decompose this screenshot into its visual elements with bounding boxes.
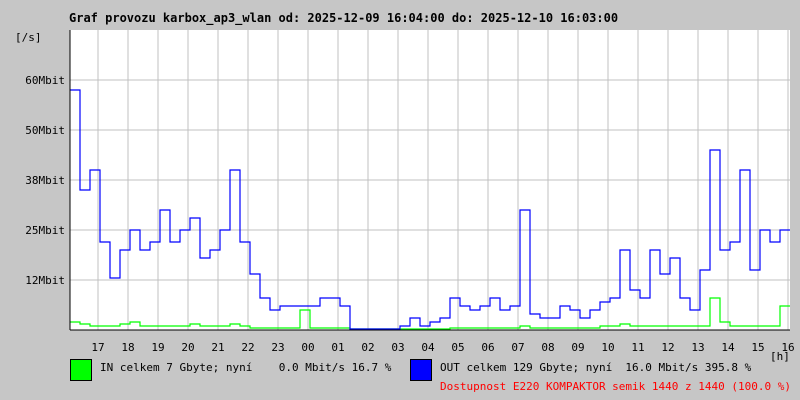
x-tick-label: 02 — [361, 341, 374, 354]
y-tick-label: 50Mbit — [25, 124, 65, 137]
y-tick-label: 12Mbit — [25, 274, 65, 287]
x-tick-label: 17 — [91, 341, 104, 354]
x-axis-label: [h] — [770, 350, 790, 363]
x-tick-label: 15 — [751, 341, 764, 354]
x-tick-label: 03 — [391, 341, 404, 354]
x-tick-label: 04 — [421, 341, 435, 354]
x-tick-label: 07 — [511, 341, 524, 354]
out-legend-text: OUT celkem 129 Gbyte; nyní 16.0 Mbit/s 3… — [440, 361, 752, 374]
y-tick-label: 38Mbit — [25, 174, 65, 187]
y-axis-label: [/s] — [15, 31, 42, 44]
x-tick-label: 12 — [661, 341, 674, 354]
in-legend-text: IN celkem 7 Gbyte; nyní 0.0 Mbit/s 16.7 … — [100, 361, 392, 374]
x-tick-label: 10 — [601, 341, 614, 354]
out-legend-swatch — [410, 359, 432, 381]
x-tick-label: 14 — [721, 341, 735, 354]
x-tick-label: 21 — [211, 341, 224, 354]
chart-title: Graf provozu karbox_ap3_wlan od: 2025-12… — [69, 11, 618, 26]
x-tick-label: 06 — [481, 341, 494, 354]
x-tick-label: 11 — [631, 341, 644, 354]
x-tick-label: 18 — [121, 341, 134, 354]
in-legend-swatch — [70, 359, 92, 381]
y-tick-label: 25Mbit — [25, 224, 65, 237]
x-tick-label: 00 — [301, 341, 314, 354]
x-tick-label: 20 — [181, 341, 194, 354]
traffic-chart: 12Mbit 25Mbit 38Mbit 50Mbit 60Mbit 17 18 19 20 21… — [15, 11, 795, 363]
availability-text: Dostupnost E220 KOMPAKTOR semik 1440 z 1… — [440, 380, 791, 393]
x-tick-label: 08 — [541, 341, 554, 354]
x-tick-label: 22 — [241, 341, 254, 354]
x-tick-label: 19 — [151, 341, 164, 354]
x-tick-label: 01 — [331, 341, 344, 354]
x-tick-label: 23 — [271, 341, 284, 354]
x-tick-label: 09 — [571, 341, 584, 354]
y-tick-label: 60Mbit — [25, 74, 65, 87]
x-tick-label: 05 — [451, 341, 464, 354]
x-tick-label: 13 — [691, 341, 704, 354]
